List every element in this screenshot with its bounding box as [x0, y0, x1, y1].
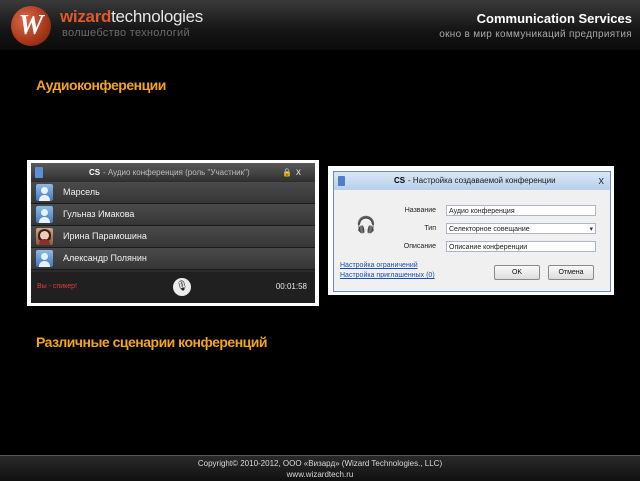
copyright-text: Copyright© 2010-2012, ООО «Визард» (Wiza…	[197, 459, 443, 468]
brand-name: wizardtechnologies	[60, 7, 203, 27]
name-label: Название	[404, 207, 436, 214]
headset-icon: 🎧	[356, 217, 376, 234]
participant-name: Гульназ Имакова	[63, 209, 135, 219]
avatar-photo	[36, 228, 53, 245]
participant-row[interactable]: Александр Полянин	[31, 248, 315, 270]
speaker-status: Вы - спикер!	[37, 283, 77, 290]
microphone-icon[interactable]: 🎙	[173, 278, 191, 296]
title-cs: CS	[89, 168, 101, 177]
invites-link[interactable]: Настройка приглашенных (0)	[340, 272, 435, 279]
type-label: Тип	[424, 225, 436, 232]
participant-name: Марсель	[63, 187, 100, 197]
title-text: - Настройка создаваемой конференции	[408, 176, 556, 185]
name-field[interactable]: Аудио конференция	[446, 205, 596, 216]
app-icon	[35, 167, 43, 178]
description-label: Описание	[403, 243, 436, 250]
title-cs: CS	[394, 176, 406, 185]
service-subtitle: окно в мир коммуникаций предприятия	[439, 29, 632, 40]
dialog-titlebar: CS - Настройка создаваемой конференции x	[334, 172, 610, 190]
lock-icon[interactable]: 🔒	[282, 163, 292, 182]
participant-row[interactable]: Гульназ Имакова	[31, 204, 315, 226]
service-title: Communication Services	[476, 11, 632, 26]
person-icon	[36, 184, 53, 201]
section-title-scenarios: Различные сценарии конференций	[36, 334, 267, 350]
limits-link[interactable]: Настройка ограничений	[340, 262, 418, 269]
person-icon	[36, 250, 53, 267]
close-icon[interactable]: x	[599, 172, 605, 190]
conference-screenshot-frame: CS - Аудио конференция (роль "Участник")…	[27, 160, 319, 306]
brand-wizard: wizard	[60, 7, 112, 26]
website-link[interactable]: www.wizardtech.ru	[0, 470, 640, 479]
description-field[interactable]: Описание конференции	[446, 241, 596, 252]
person-icon	[36, 206, 53, 223]
ok-button[interactable]: OK	[494, 265, 540, 280]
participant-row[interactable]: Ирина Парамошина	[31, 226, 315, 248]
title-text: - Аудио конференция (роль "Участник")	[103, 168, 250, 177]
call-timer: 00:01:58	[275, 282, 307, 291]
section-title-audioconference: Аудиоконференции	[36, 77, 166, 93]
conference-titlebar: CS - Аудио конференция (роль "Участник")…	[31, 163, 315, 182]
settings-screenshot-frame: CS - Настройка создаваемой конференции x…	[328, 166, 614, 295]
logo: W	[11, 6, 51, 46]
participant-name: Ирина Парамошина	[63, 231, 147, 241]
header-bar: W wizardtechnologies волшебство технолог…	[0, 0, 640, 50]
brand-tagline: волшебство технологий	[62, 27, 190, 39]
participant-row[interactable]: Марсель	[31, 182, 315, 204]
conference-footer: Вы - спикер! 🎙 00:01:58	[31, 272, 315, 303]
participant-name: Александр Полянин	[63, 253, 147, 263]
brand-tech: technologies	[111, 7, 203, 26]
footer: Copyright© 2010-2012, ООО «Визард» (Wiza…	[0, 455, 640, 481]
close-icon[interactable]: x	[296, 163, 301, 182]
conference-window: CS - Аудио конференция (роль "Участник")…	[31, 163, 315, 303]
app-icon	[338, 176, 345, 186]
type-select[interactable]: Селекторное совещание	[446, 223, 596, 235]
cancel-button[interactable]: Отмена	[548, 265, 594, 280]
settings-dialog: CS - Настройка создаваемой конференции x…	[333, 171, 611, 292]
